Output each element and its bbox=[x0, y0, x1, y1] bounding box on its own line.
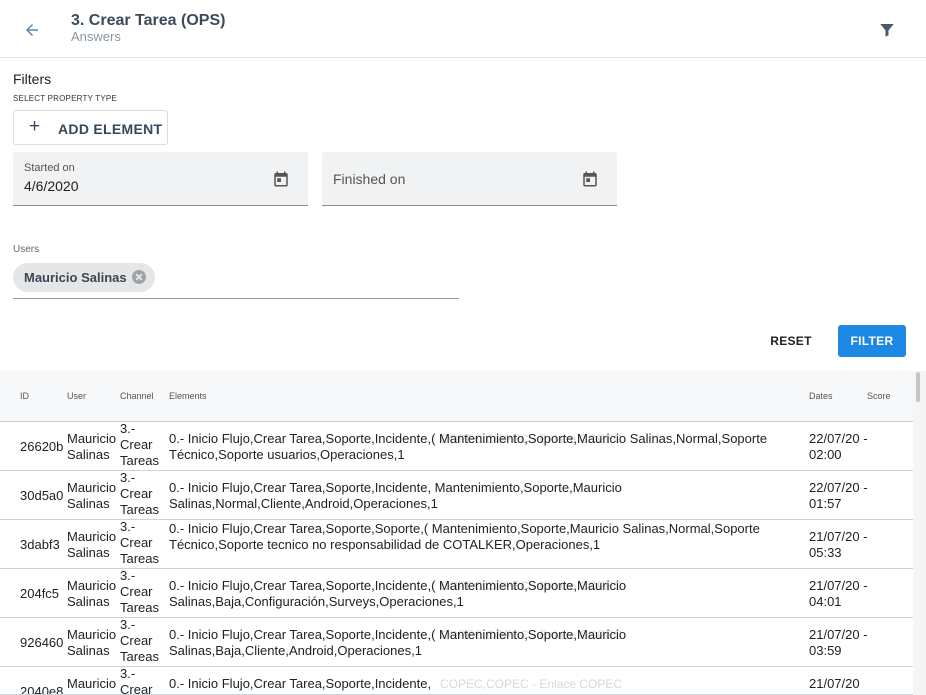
row-user: Mauricio Salinas bbox=[67, 627, 117, 658]
column-header-elements[interactable]: Elements bbox=[169, 391, 207, 401]
calendar-icon[interactable] bbox=[581, 170, 599, 188]
row-elements: 0.- Inicio Flujo,Crear Tarea,Soporte,Inc… bbox=[169, 480, 622, 511]
row-id: 204fc5 bbox=[20, 586, 60, 601]
plus-icon: + bbox=[29, 116, 41, 137]
row-id: 2040e8 bbox=[20, 684, 64, 695]
row-elements: 0.- Inicio Flujo,Crear Tarea,Soporte,Sop… bbox=[169, 521, 760, 552]
started-on-label: Started on bbox=[24, 162, 75, 174]
remove-chip-icon[interactable] bbox=[132, 270, 146, 284]
add-element-button[interactable]: + ADD ELEMENT bbox=[13, 110, 168, 145]
row-channel: 3.- Crear Tareas bbox=[120, 471, 160, 517]
row-channel: 3.- Crear Tareas bbox=[120, 422, 160, 468]
table-row[interactable]: 30d5a0 Mauricio Salinas 3.- Crear Tareas… bbox=[0, 471, 913, 520]
scrollbar-thumb[interactable] bbox=[916, 372, 920, 402]
app-header: 3. Crear Tarea (OPS) Answers bbox=[0, 0, 926, 58]
reset-button[interactable]: RESET bbox=[760, 325, 822, 357]
table-row[interactable]: 26620b Mauricio Salinas 3.- Crear Tareas… bbox=[0, 422, 913, 471]
row-elements: 0.- Inicio Flujo,Crear Tarea,Soporte,Inc… bbox=[169, 676, 432, 691]
property-type-label: SELECT PROPERTY TYPE bbox=[13, 94, 117, 103]
finished-on-field[interactable]: Finished on bbox=[322, 152, 617, 206]
calendar-icon[interactable] bbox=[272, 170, 290, 188]
users-input[interactable]: Mauricio Salinas bbox=[13, 260, 459, 299]
arrow-left-icon bbox=[26, 24, 38, 36]
users-label: Users bbox=[13, 244, 40, 255]
add-element-label: ADD ELEMENT bbox=[58, 121, 163, 137]
row-user: Mauricio Salinas bbox=[67, 431, 117, 462]
filter-button[interactable]: FILTER bbox=[838, 325, 906, 357]
row-id: 3dabf3 bbox=[20, 537, 60, 552]
row-channel: 3.- Crear Tareas bbox=[120, 618, 160, 664]
row-channel: 3.- Crear Tareas bbox=[120, 520, 160, 566]
row-id: 26620b bbox=[20, 439, 64, 454]
row-user: Mauricio Salinas bbox=[67, 578, 117, 609]
row-user: Mauricio Salinas bbox=[67, 676, 117, 694]
table-row[interactable]: 204fc5 Mauricio Salinas 3.- Crear Tareas… bbox=[0, 569, 913, 618]
user-chip[interactable]: Mauricio Salinas bbox=[13, 263, 155, 292]
started-on-field[interactable]: Started on 4/6/2020 bbox=[13, 152, 308, 206]
column-header-user[interactable]: User bbox=[67, 391, 86, 401]
filters-heading: Filters bbox=[13, 71, 52, 87]
row-elements: 0.- Inicio Flujo,Crear Tarea,Soporte,Inc… bbox=[169, 578, 627, 609]
filter-funnel-icon bbox=[880, 24, 894, 37]
column-header-score[interactable]: Score bbox=[867, 391, 891, 401]
row-user: Mauricio Salinas bbox=[67, 480, 117, 511]
row-id: 926460 bbox=[20, 635, 64, 650]
row-date: 22/07/20 - 01:57 bbox=[809, 480, 868, 511]
table-row[interactable]: 926460 Mauricio Salinas 3.- Crear Tareas… bbox=[0, 618, 913, 667]
table-header: ID User Channel Elements Dates Score bbox=[0, 371, 913, 422]
column-header-dates[interactable]: Dates bbox=[809, 391, 833, 401]
row-date: 21/07/20 - 03:59 bbox=[809, 627, 868, 658]
filter-toggle-button[interactable] bbox=[874, 17, 900, 43]
table-scrollbar[interactable] bbox=[913, 371, 926, 695]
row-date: 21/07/20 - 05:33 bbox=[809, 529, 868, 560]
row-channel: 3.- Crear Tareas bbox=[120, 569, 160, 615]
column-header-id[interactable]: ID bbox=[20, 391, 29, 401]
started-on-value: 4/6/2020 bbox=[24, 178, 79, 194]
row-channel: 3.- Crear Tareas bbox=[120, 667, 153, 695]
row-elements: 0.- Inicio Flujo,Crear Tarea,Soporte,Inc… bbox=[169, 431, 768, 462]
table-row[interactable]: 2040e8 Mauricio Salinas 3.- Crear Tareas… bbox=[0, 667, 913, 695]
page-title: 3. Crear Tarea (OPS) bbox=[71, 12, 226, 29]
row-id: 30d5a0 bbox=[20, 488, 64, 503]
row-date: 21/07/20 - 04:01 bbox=[809, 578, 868, 609]
row-elements: 0.- Inicio Flujo,Crear Tarea,Soporte,Inc… bbox=[169, 627, 627, 658]
finished-on-placeholder: Finished on bbox=[333, 171, 406, 187]
row-user: Mauricio Salinas bbox=[67, 529, 117, 560]
page-subtitle: Answers bbox=[71, 29, 121, 44]
user-chip-label: Mauricio Salinas bbox=[24, 270, 127, 285]
row-date: 21/07/20 bbox=[809, 676, 860, 691]
row-date: 22/07/20 - 02:00 bbox=[809, 431, 868, 462]
back-button[interactable] bbox=[19, 17, 45, 43]
table-row[interactable]: 3dabf3 Mauricio Salinas 3.- Crear Tareas… bbox=[0, 520, 913, 569]
column-header-channel[interactable]: Channel bbox=[120, 391, 154, 401]
